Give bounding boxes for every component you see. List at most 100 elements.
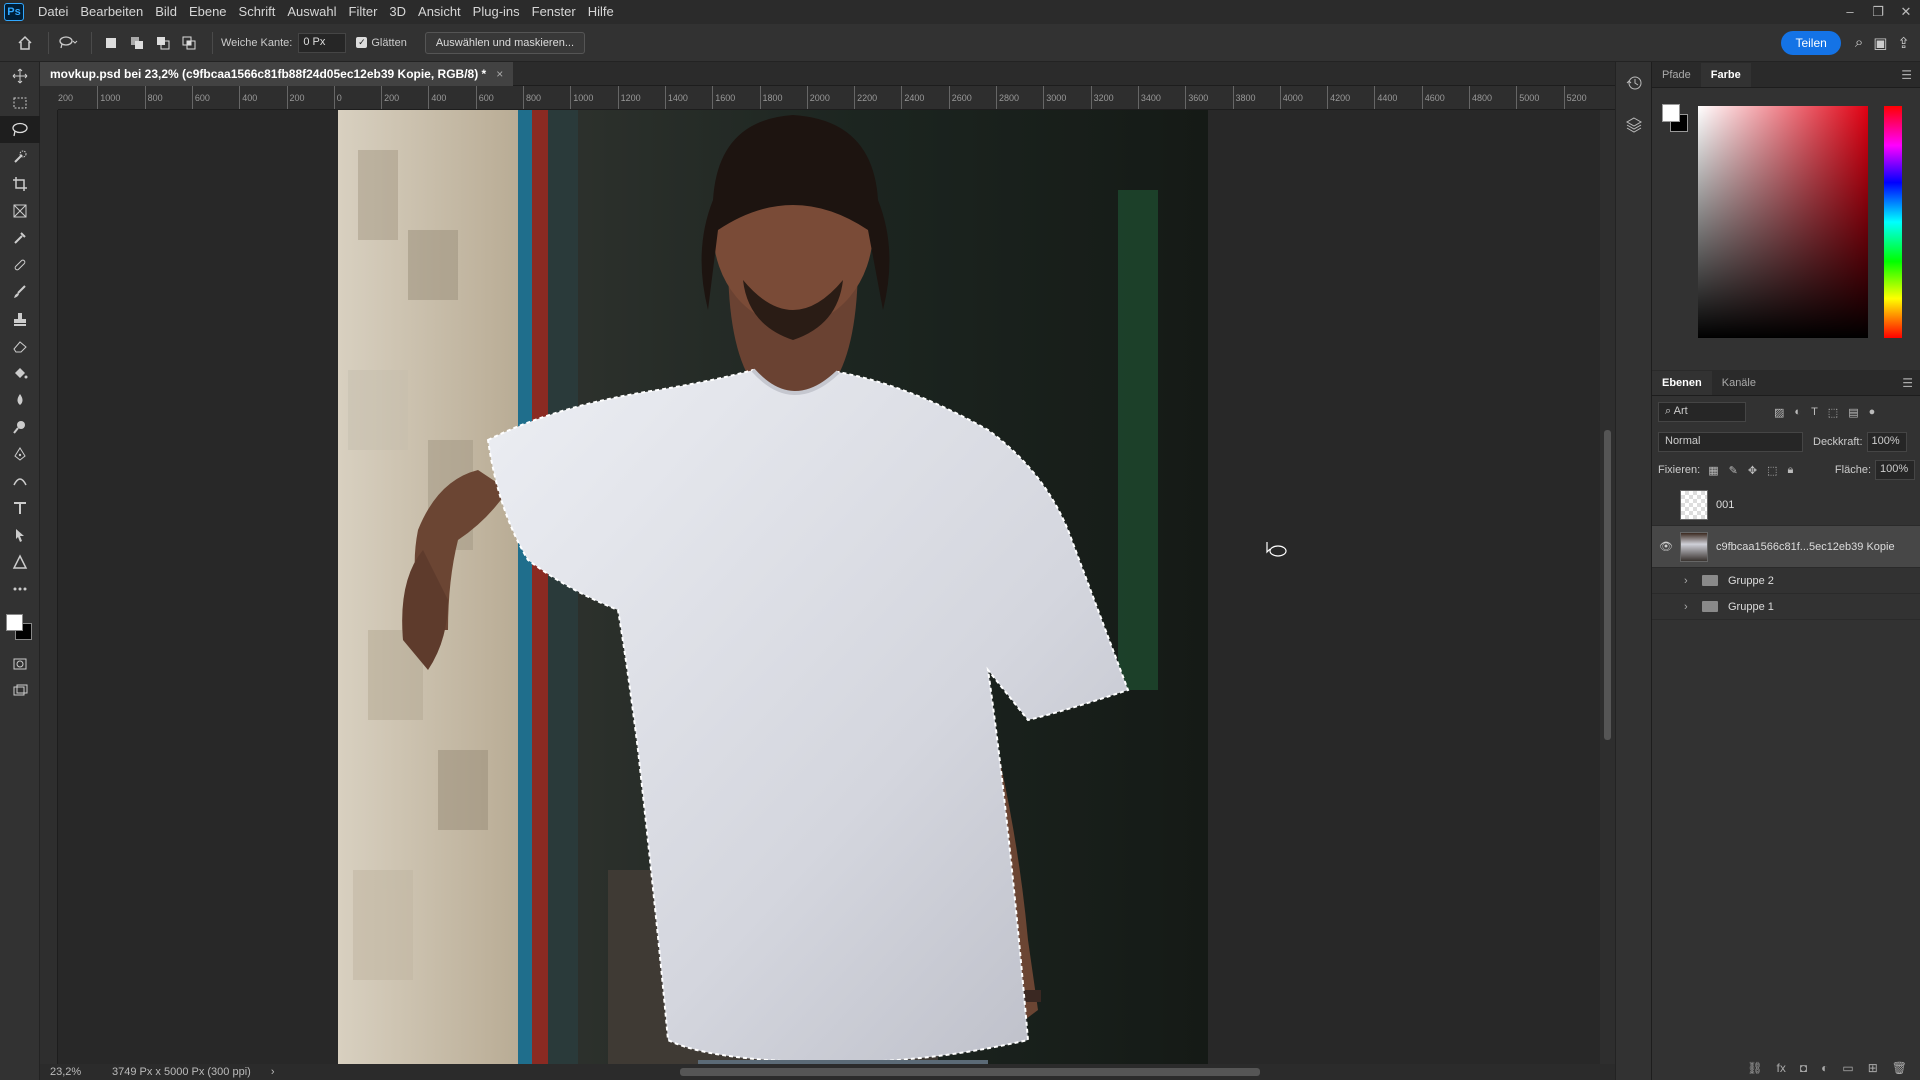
vertical-scrollbar[interactable] bbox=[1600, 110, 1615, 1064]
zoom-level[interactable]: 23,2% bbox=[40, 1066, 98, 1078]
blur-tool-icon[interactable] bbox=[0, 386, 40, 413]
restore-icon[interactable]: ❐ bbox=[1864, 4, 1892, 20]
history-icon[interactable] bbox=[1616, 62, 1652, 104]
canvas-area[interactable] bbox=[58, 110, 1600, 1064]
marquee-tool-icon[interactable] bbox=[0, 89, 40, 116]
chevron-right-icon[interactable]: › bbox=[1684, 575, 1698, 587]
foreground-color-swatch[interactable] bbox=[6, 614, 23, 631]
close-window-icon[interactable]: ✕ bbox=[1892, 4, 1920, 20]
eraser-tool-icon[interactable] bbox=[0, 332, 40, 359]
layers-stack-icon[interactable] bbox=[1616, 104, 1652, 146]
menu-filter[interactable]: Filter bbox=[343, 0, 384, 24]
menu-bearbeiten[interactable]: Bearbeiten bbox=[74, 0, 149, 24]
menu-datei[interactable]: Datei bbox=[32, 0, 74, 24]
menu-schrift[interactable]: Schrift bbox=[233, 0, 282, 24]
menu-bild[interactable]: Bild bbox=[149, 0, 183, 24]
filter-pixel-icon[interactable]: ▨ bbox=[1774, 406, 1784, 419]
document-image[interactable] bbox=[338, 110, 1208, 1064]
adjustment-layer-icon[interactable]: ◐ bbox=[1821, 1061, 1828, 1075]
document-tab[interactable]: movkup.psd bei 23,2% (c9fbcaa1566c81fb88… bbox=[40, 62, 514, 86]
layer-style-icon[interactable]: fx bbox=[1777, 1061, 1786, 1075]
more-tools-icon[interactable] bbox=[0, 575, 40, 602]
add-selection-icon[interactable] bbox=[126, 32, 148, 54]
frame-tool-icon[interactable] bbox=[0, 197, 40, 224]
quick-mask-icon[interactable] bbox=[0, 650, 40, 677]
subtract-selection-icon[interactable] bbox=[152, 32, 174, 54]
filter-toggle-icon[interactable]: ● bbox=[1869, 406, 1876, 419]
screen-mode-icon[interactable] bbox=[0, 677, 40, 704]
eye-icon[interactable]: 👁︎ bbox=[1652, 540, 1680, 553]
layer-row-selected[interactable]: 👁︎ c9fbcaa1566c81f...5ec12eb39 Kopie bbox=[1652, 526, 1920, 568]
filter-smart-object-icon[interactable]: ▤ bbox=[1848, 406, 1858, 419]
fill-input[interactable]: 100% bbox=[1875, 460, 1915, 480]
tab-layers[interactable]: Ebenen bbox=[1652, 371, 1712, 395]
type-tool-icon[interactable] bbox=[0, 494, 40, 521]
workspace-icon[interactable]: ▣ bbox=[1873, 34, 1887, 52]
horizontal-scrollbar[interactable] bbox=[680, 1068, 1260, 1076]
smooth-checkbox[interactable]: ✓ Glätten bbox=[356, 37, 407, 49]
blend-mode-select[interactable]: Normal bbox=[1658, 432, 1803, 452]
filter-type-icon[interactable]: T bbox=[1811, 406, 1818, 419]
group-row[interactable]: › Gruppe 1 bbox=[1652, 594, 1920, 620]
menu-fenster[interactable]: Fenster bbox=[526, 0, 582, 24]
crop-tool-icon[interactable] bbox=[0, 170, 40, 197]
color-swatches[interactable] bbox=[0, 602, 39, 650]
lasso-tool-icon[interactable] bbox=[0, 116, 40, 143]
healing-brush-tool-icon[interactable] bbox=[0, 251, 40, 278]
stamp-tool-icon[interactable] bbox=[0, 305, 40, 332]
lasso-preset-icon[interactable] bbox=[57, 32, 79, 54]
layer-row[interactable]: 001 bbox=[1652, 484, 1920, 526]
move-tool-icon[interactable] bbox=[0, 62, 40, 89]
close-tab-icon[interactable]: × bbox=[496, 67, 503, 81]
lock-transparency-icon[interactable]: ▦ bbox=[1708, 464, 1718, 477]
home-icon[interactable] bbox=[14, 32, 36, 54]
minimize-icon[interactable]: – bbox=[1836, 4, 1864, 20]
tab-channels[interactable]: Kanäle bbox=[1712, 371, 1766, 395]
menu-auswahl[interactable]: Auswahl bbox=[281, 0, 342, 24]
brush-tool-icon[interactable] bbox=[0, 278, 40, 305]
menu-3d[interactable]: 3D bbox=[383, 0, 412, 24]
path-selection-tool-icon[interactable] bbox=[0, 521, 40, 548]
tab-paths[interactable]: Pfade bbox=[1652, 63, 1701, 87]
link-layers-icon[interactable]: ⛓︎ bbox=[1747, 1061, 1762, 1075]
paint-bucket-tool-icon[interactable] bbox=[0, 359, 40, 386]
layer-filter-select[interactable]: ⌕ Art bbox=[1658, 402, 1746, 422]
menu-plugins[interactable]: Plug-ins bbox=[467, 0, 526, 24]
tab-color[interactable]: Farbe bbox=[1700, 63, 1751, 87]
foreground-color-swatch[interactable] bbox=[1662, 104, 1680, 122]
chevron-right-icon[interactable]: › bbox=[1684, 601, 1698, 613]
lock-all-icon[interactable]: 🔒︎ bbox=[1787, 464, 1793, 477]
group-row[interactable]: › Gruppe 2 bbox=[1652, 568, 1920, 594]
delete-layer-icon[interactable]: 🗑︎ bbox=[1892, 1061, 1907, 1075]
panel-menu-icon[interactable]: ☰ bbox=[1902, 376, 1913, 390]
menu-ebene[interactable]: Ebene bbox=[183, 0, 233, 24]
add-mask-icon[interactable]: ◘ bbox=[1800, 1061, 1807, 1075]
pen-tool-icon[interactable] bbox=[0, 440, 40, 467]
menu-hilfe[interactable]: Hilfe bbox=[582, 0, 620, 24]
lock-pixels-icon[interactable]: ✎ bbox=[1729, 464, 1738, 477]
scroll-thumb[interactable] bbox=[1604, 430, 1611, 740]
dodge-tool-icon[interactable] bbox=[0, 413, 40, 440]
filter-shape-icon[interactable]: ⬚ bbox=[1828, 406, 1838, 419]
new-layer-icon[interactable]: ⊞ bbox=[1868, 1061, 1878, 1075]
shape-tool-icon[interactable] bbox=[0, 548, 40, 575]
menu-ansicht[interactable]: Ansicht bbox=[412, 0, 467, 24]
hue-slider[interactable] bbox=[1884, 106, 1902, 338]
color-field[interactable] bbox=[1698, 106, 1868, 338]
new-group-icon[interactable]: ▭ bbox=[1842, 1061, 1853, 1075]
eyedropper-tool-icon[interactable] bbox=[0, 224, 40, 251]
new-selection-icon[interactable] bbox=[100, 32, 122, 54]
filter-adjustment-icon[interactable]: ◐ bbox=[1794, 406, 1801, 419]
select-and-mask-button[interactable]: Auswählen und maskieren... bbox=[424, 31, 585, 54]
feather-input[interactable]: 0 Px bbox=[298, 32, 347, 53]
panel-menu-icon[interactable]: ☰ bbox=[1901, 68, 1912, 82]
intersect-selection-icon[interactable] bbox=[178, 32, 200, 54]
status-arrow-icon[interactable]: › bbox=[271, 1066, 275, 1078]
share-button[interactable]: Teilen bbox=[1781, 30, 1841, 55]
search-icon[interactable]: ⌕ bbox=[1855, 34, 1863, 52]
quick-selection-tool-icon[interactable] bbox=[0, 143, 40, 170]
curvature-pen-tool-icon[interactable] bbox=[0, 467, 40, 494]
lock-position-icon[interactable]: ✥ bbox=[1748, 464, 1757, 477]
opacity-input[interactable]: 100% bbox=[1866, 432, 1907, 452]
lock-artboard-icon[interactable]: ⬚ bbox=[1767, 464, 1777, 477]
